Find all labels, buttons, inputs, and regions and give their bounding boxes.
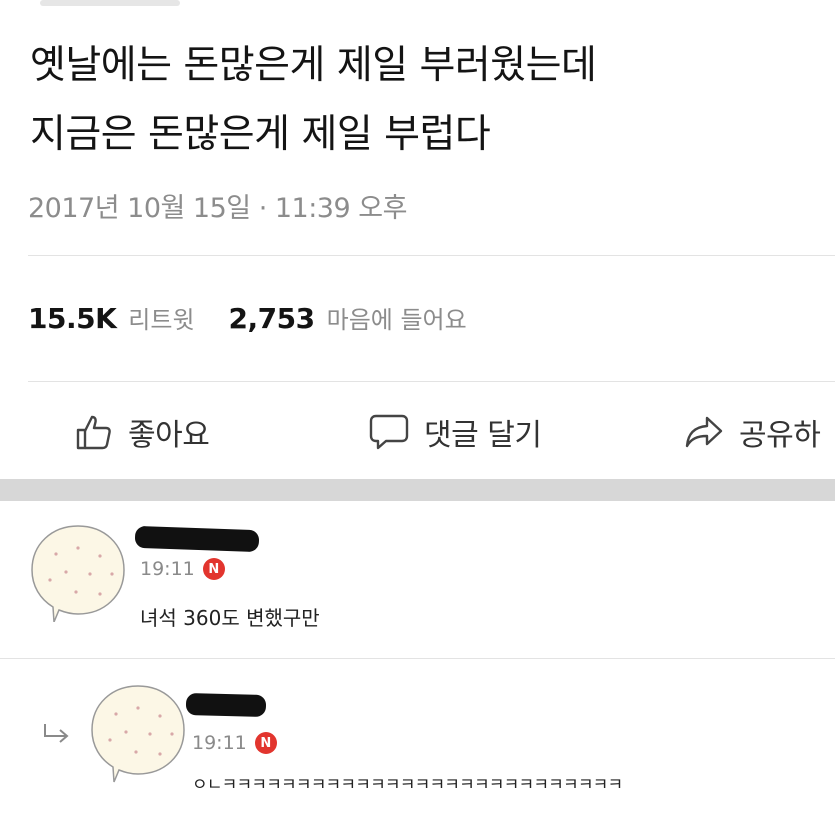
avatar-image [31, 525, 125, 623]
avatar-image [91, 685, 185, 783]
like-label[interactable]: 마음에 들어요 [327, 300, 467, 335]
stats-row: 15.5K 리트윗 2,753 마음에 들어요 [28, 300, 467, 335]
like-button-label: 좋아요 [128, 418, 210, 453]
comment-divider [0, 658, 835, 659]
new-badge: N [202, 558, 225, 580]
divider [28, 381, 835, 382]
share-arrow-icon [685, 416, 723, 448]
share-button[interactable]: 공유하 [683, 410, 821, 454]
like-count[interactable]: 2,753 [229, 302, 316, 335]
redacted-username [134, 525, 260, 553]
post-timestamp: 2017년 10월 15일 · 11:39 오후 [28, 193, 407, 224]
redacted-username [185, 692, 267, 718]
reply-arrow-icon [44, 724, 69, 743]
comment-text: 녀석 360도 변했구만 [140, 606, 320, 630]
comment-avatar[interactable] [26, 518, 130, 623]
like-button[interactable]: 좋아요 [74, 410, 210, 454]
top-cropped-header [40, 0, 180, 6]
comment-button[interactable]: 댓글 달기 [368, 410, 542, 454]
share-button-label: 공유하 [739, 418, 821, 453]
reply-time: 19:11 [192, 732, 247, 754]
retweet-label[interactable]: 리트윗 [128, 300, 194, 335]
thumbs-up-icon [76, 415, 111, 450]
reply-text: ㅇㄴㅋㅋㅋㅋㅋㅋㅋㅋㅋㅋㅋㅋㅋㅋㅋㅋㅋㅋㅋㅋㅋㅋㅋㅋㅋㅋㅋ [192, 775, 623, 795]
post-text-line-1: 옛날에는 돈많은게 제일 부러웠는데 [30, 43, 597, 88]
reply-meta: 19:11 N [192, 732, 277, 754]
comment-button-label: 댓글 달기 [424, 418, 542, 453]
post-text-line-2: 지금은 돈많은게 제일 부럽다 [30, 112, 491, 157]
comment-time: 19:11 [140, 558, 195, 580]
speech-bubble-icon [369, 414, 409, 450]
retweet-count[interactable]: 15.5K [28, 302, 117, 335]
divider [28, 255, 835, 256]
comment-meta: 19:11 N [140, 558, 225, 580]
reply-avatar[interactable] [86, 682, 190, 783]
new-badge: N [254, 732, 277, 754]
section-separator [0, 479, 835, 501]
